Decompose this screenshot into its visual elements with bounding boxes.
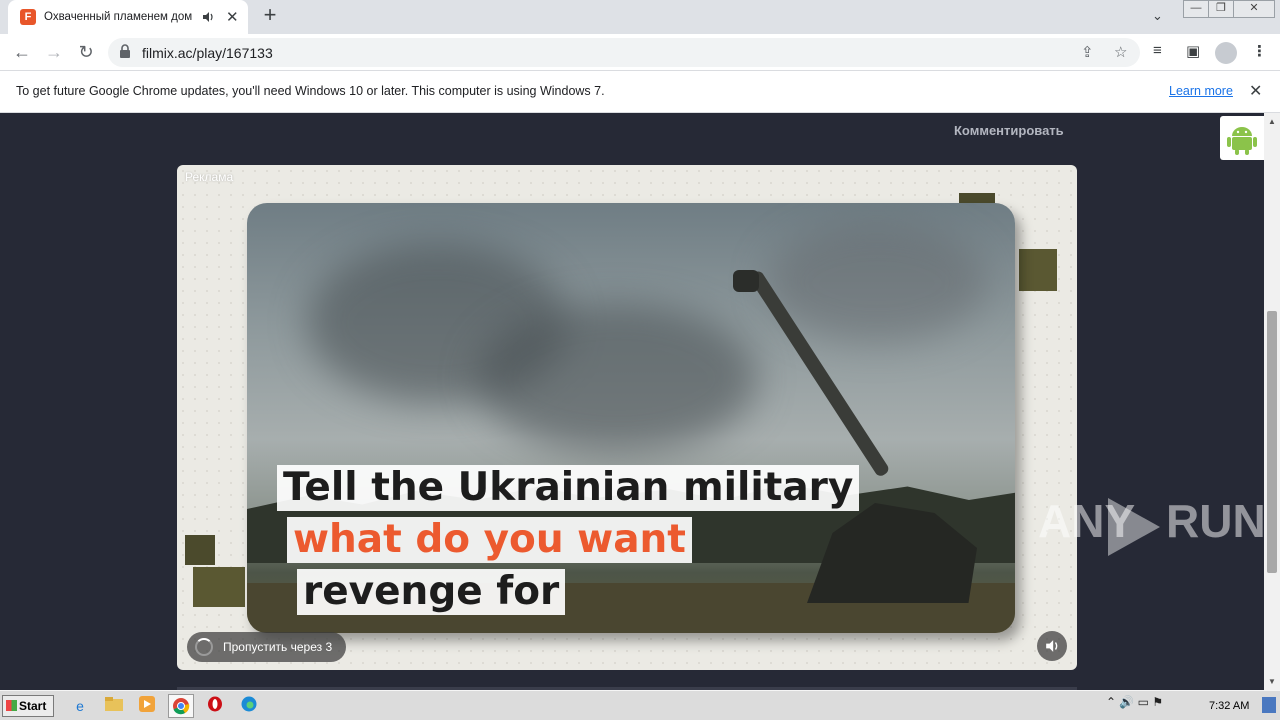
taskbar-clock[interactable]: 7:32 AM — [1209, 700, 1249, 712]
loading-spinner-icon — [195, 638, 213, 656]
reload-button[interactable]: ↻ — [74, 40, 98, 64]
windows-taskbar: Start e ⌃ 🔊 ▭ ⚑ 7:32 AM — [0, 690, 1280, 720]
show-desktop-button[interactable] — [1262, 697, 1276, 713]
minimize-button[interactable]: — — [1183, 0, 1209, 18]
edge-icon[interactable] — [238, 696, 260, 716]
share-icon[interactable]: ⇪ — [1081, 43, 1094, 61]
ad-caption-line-1: Tell the Ukrainian military — [277, 465, 860, 511]
browser-tab[interactable]: F Охваченный пламенем дом Мэр ✕ — [8, 0, 248, 34]
watermark-text-right: RUN — [1166, 495, 1266, 547]
opera-icon[interactable] — [204, 696, 226, 716]
android-icon — [1227, 127, 1257, 155]
explorer-icon[interactable] — [103, 696, 125, 716]
ad-caption-line-2: what do you want — [287, 517, 692, 563]
system-tray-icons[interactable]: ⌃ 🔊 ▭ ⚑ — [1106, 695, 1163, 709]
page-content: Комментировать Tell the Ukrainian milita… — [0, 113, 1264, 690]
page-scrollbar[interactable]: ▲ ▼ — [1264, 113, 1280, 690]
url-text[interactable]: filmix.ac/play/167133 — [142, 45, 273, 61]
start-label: Start — [19, 699, 47, 713]
lock-icon[interactable] — [120, 44, 130, 58]
tab-search-chevron-icon[interactable]: ⌄ — [1152, 8, 1163, 24]
tab-audio-icon[interactable] — [202, 11, 214, 23]
tab-strip: F Охваченный пламенем дом Мэр ✕ + ⌄ — ❐ … — [0, 0, 1280, 34]
learn-more-link[interactable]: Learn more — [1169, 84, 1233, 98]
sound-toggle-icon[interactable] — [1037, 631, 1067, 661]
browser-toolbar: ← → ↻ filmix.ac/play/167133 ⇪ ☆ ≡ ▣ ⋮ — [0, 34, 1280, 71]
bookmark-star-icon[interactable]: ☆ — [1114, 43, 1127, 61]
close-window-button[interactable]: ✕ — [1233, 0, 1275, 18]
side-panel-icon[interactable]: ▣ — [1186, 42, 1200, 60]
video-ad-player[interactable]: Tell the Ukrainian military what do you … — [177, 165, 1077, 670]
howitzer-muzzle — [733, 270, 759, 292]
skip-ad-label: Пропустить через 3 — [223, 640, 333, 654]
skip-ad-button[interactable]: Пропустить через 3 — [187, 632, 347, 662]
scroll-down-arrow-icon[interactable]: ▼ — [1268, 677, 1276, 686]
back-button[interactable]: ← — [10, 40, 34, 64]
ad-label: Реклама — [185, 170, 234, 184]
scroll-up-arrow-icon[interactable]: ▲ — [1268, 117, 1276, 126]
chrome-icon[interactable] — [168, 694, 194, 718]
restore-button[interactable]: ❐ — [1208, 0, 1234, 18]
tab-title: Охваченный пламенем дом Мэр — [44, 11, 196, 23]
tab-close-icon[interactable]: ✕ — [226, 8, 239, 26]
new-tab-button[interactable]: + — [258, 4, 282, 28]
media-player-icon[interactable] — [136, 696, 158, 716]
menu-icon[interactable]: ⋮ — [1252, 42, 1267, 60]
address-bar[interactable]: filmix.ac/play/167133 ⇪ ☆ — [108, 38, 1140, 67]
profile-avatar-icon[interactable] — [1215, 42, 1237, 64]
ie-icon[interactable]: e — [69, 696, 91, 716]
start-button[interactable]: Start — [2, 695, 54, 717]
ad-video-frame: Tell the Ukrainian military what do you … — [247, 203, 1015, 633]
comment-link[interactable]: Комментировать — [954, 123, 1064, 138]
update-infobar: To get future Google Chrome updates, you… — [0, 71, 1280, 113]
windows-flag-icon — [6, 700, 17, 711]
infobar-close-icon[interactable]: ✕ — [1249, 81, 1262, 101]
watermark-play-icon — [1108, 498, 1160, 556]
android-app-button[interactable] — [1220, 116, 1264, 160]
filmix-favicon-icon: F — [20, 9, 36, 25]
forward-button[interactable]: → — [42, 40, 66, 64]
scroll-thumb[interactable] — [1267, 311, 1277, 573]
ad-caption-line-3: revenge for — [297, 569, 566, 615]
infobar-message: To get future Google Chrome updates, you… — [16, 84, 605, 98]
media-control-icon[interactable]: ≡ — [1153, 42, 1162, 59]
